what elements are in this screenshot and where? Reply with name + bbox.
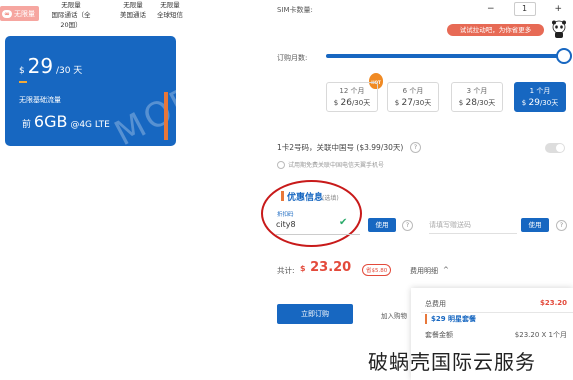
duration-option-1[interactable]: 1 个月 $ 29/30天 [514, 82, 566, 112]
duration-term: 1 个月 [529, 87, 551, 95]
months-label: 订购月数: [277, 54, 308, 62]
total-label: 共计: [277, 266, 295, 275]
months-slider-handle[interactable] [556, 48, 572, 64]
unlimited-badge: ∞ 无限量 [0, 6, 39, 21]
feature-line1: 无限量 [61, 1, 81, 9]
feature-us-calls: 无限量 美国通话 [113, 0, 153, 20]
feature-line2: 国际通话（全 20国） [51, 11, 91, 29]
duration-per: /30天 [476, 99, 496, 107]
panda-mascot-icon [552, 20, 566, 38]
coupon-title: 优惠信息 [287, 193, 324, 203]
addon-help-icon[interactable]: ? [410, 142, 421, 153]
promo-tip: 试试拉动吧，为你省更多 [447, 24, 544, 36]
total-amount: 23.20 [310, 260, 352, 275]
fee-details-label: 费用明细 [410, 267, 438, 275]
duration-option-6[interactable]: 6 个月 $ 27/30天 [387, 82, 439, 112]
feature-line1: 无限量 [160, 1, 180, 9]
duration-price: $ 27/30天 [394, 98, 432, 108]
plan-divider [19, 81, 27, 83]
summary-divider [421, 312, 573, 313]
gift-help-icon[interactable]: ? [556, 220, 567, 231]
add-to-cart-link[interactable]: 加入购物 [381, 310, 407, 320]
duration-price-value: 27 [401, 98, 413, 108]
chevron-up-icon: ^ [443, 266, 449, 274]
duration-term: 3 个月 [466, 87, 488, 95]
savings-badge: 省$5.80 [362, 264, 392, 276]
check-icon: ✔ [339, 217, 348, 228]
decrement-button[interactable]: − [487, 4, 495, 14]
summary-line-row: 套餐金额 $23.20 X 1个月 [425, 330, 567, 340]
duration-price: $ 26/30天 [333, 98, 371, 108]
plan-data-label: 无限基础流量 [19, 96, 61, 104]
plan-period: /30 天 [55, 66, 83, 76]
discount-help-icon[interactable]: ? [402, 220, 413, 231]
plan-data-suffix: @4G LTE [70, 120, 110, 130]
summary-line-label: 套餐金额 [425, 331, 453, 339]
quantity-stepper: − 1 + [487, 2, 562, 16]
card-accent-stripe [164, 92, 168, 140]
addon-toggle[interactable] [545, 143, 565, 153]
months-slider-track[interactable] [326, 54, 563, 58]
increment-button[interactable]: + [554, 4, 562, 14]
duration-term: 12 个月 [339, 87, 365, 95]
feature-line2: 美国通话 [120, 11, 146, 19]
summary-total-label: 总费用 [425, 300, 446, 308]
summary-total-row: 总费用 $23.20 [425, 299, 567, 309]
total-currency: $ [300, 264, 306, 273]
duration-price-value: 26 [340, 98, 352, 108]
duration-option-3[interactable]: 3 个月 $ 28/30天 [451, 82, 503, 112]
fee-details-toggle[interactable]: 费用明细 ^ [410, 266, 449, 276]
summary-plan-name: $29 明星套餐 [431, 315, 477, 323]
apply-gift-button[interactable]: 使用 [521, 218, 549, 232]
plan-price-value: 29 [27, 54, 54, 78]
duration-term: 6 个月 [402, 87, 424, 95]
feature-intl-calls: 无限量 国际通话（全 20国） [47, 0, 95, 30]
discount-code-input[interactable]: city8 [276, 216, 360, 235]
watermark-text: 破蜗壳国际云服务 [368, 350, 536, 374]
duration-price-value: 29 [528, 98, 540, 108]
plan-data-amount: 前 6GB @4G LTE [22, 112, 110, 131]
duration-price: $ 29/30天 [521, 98, 559, 108]
duration-per: /30天 [539, 99, 559, 107]
addon-hint: 试用期免费关联中国电信天翼手机号 [288, 162, 385, 169]
feature-line1: 无限量 [123, 1, 143, 9]
order-now-button[interactable]: 立即订购 [277, 304, 353, 324]
plan-currency: $ [19, 66, 25, 76]
section-marker [281, 191, 284, 201]
duration-price: $ 28/30天 [458, 98, 496, 108]
duration-per: /30天 [412, 99, 432, 107]
infinity-icon: ∞ [2, 9, 12, 18]
summary-marker [425, 314, 427, 324]
quantity-input[interactable]: 1 [513, 2, 536, 16]
feature-sms: 无限量 全球短信 [150, 0, 190, 20]
plan-card: MORE $ 29 /30 天 无限基础流量 前 6GB @4G LTE [5, 36, 176, 146]
summary-plan-row: $29 明星套餐 [425, 314, 567, 324]
plan-price: $ 29 /30 天 [19, 54, 82, 78]
duration-per: /30天 [351, 99, 371, 107]
addon-label: 1卡2号码，关联中国号 ($3.99/30天) [277, 143, 404, 152]
apply-discount-button[interactable]: 使用 [368, 218, 396, 232]
duration-option-12[interactable]: 12 个月 $ 26/30天 [326, 82, 378, 112]
plan-data-value: 6GB [33, 112, 68, 131]
gift-code-input[interactable]: 请填写赠送码 [429, 220, 517, 234]
total-price: $ 23.20 [300, 260, 351, 275]
plan-data-prefix: 前 [22, 120, 32, 130]
coupon-optional: (选填) [322, 195, 339, 202]
sim-count-label: SIM卡数量: [277, 6, 313, 14]
duration-price-value: 28 [465, 98, 477, 108]
summary-line-value: $23.20 X 1个月 [514, 331, 567, 339]
summary-total-value: $23.20 [539, 299, 567, 307]
trial-radio[interactable] [277, 161, 285, 169]
feature-line2: 全球短信 [157, 11, 183, 19]
unlimited-badge-label: 无限量 [14, 9, 35, 18]
